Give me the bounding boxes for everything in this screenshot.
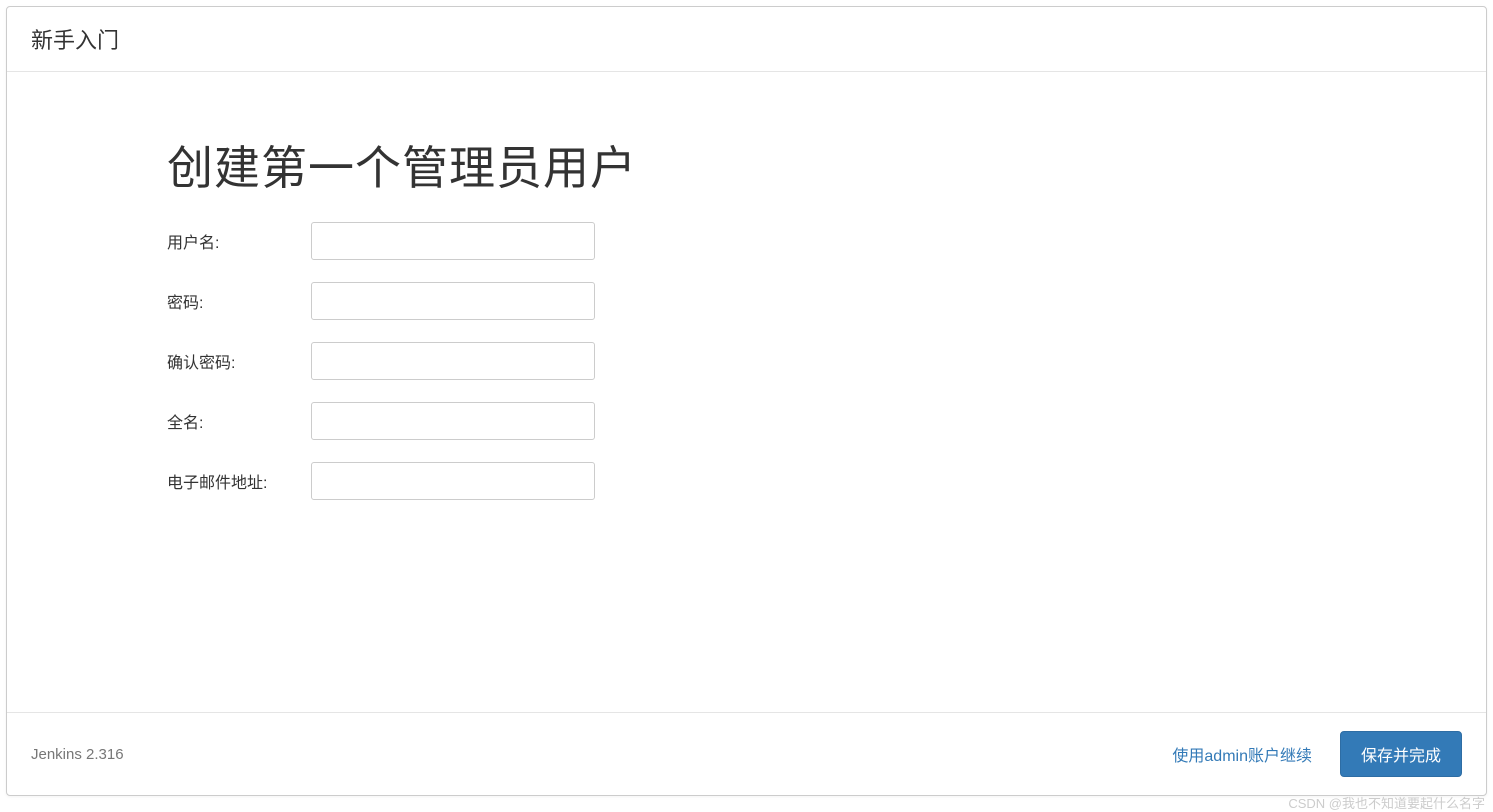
modal-body: 创建第一个管理员用户 用户名: 密码: 确认密码: 全名: 电子邮件地址: [7,72,1486,712]
email-label: 电子邮件地址: [167,469,311,493]
form-row-fullname: 全名: [167,402,1326,440]
confirm-password-label: 确认密码: [167,349,311,373]
username-label: 用户名: [167,229,311,253]
email-input[interactable] [311,462,595,500]
skip-admin-button[interactable]: 使用admin账户继续 [1168,736,1316,772]
form-row-email: 电子邮件地址: [167,462,1326,500]
modal-footer: Jenkins 2.316 使用admin账户继续 保存并完成 [7,712,1486,795]
save-and-finish-button[interactable]: 保存并完成 [1340,731,1462,777]
form-row-username: 用户名: [167,222,1326,260]
page-title: 创建第一个管理员用户 [167,132,1326,198]
form-row-password: 密码: [167,282,1326,320]
password-label: 密码: [167,289,311,313]
modal-header: 新手入门 [7,7,1486,72]
confirm-password-input[interactable] [311,342,595,380]
fullname-label: 全名: [167,409,311,433]
setup-wizard-modal: 新手入门 创建第一个管理员用户 用户名: 密码: 确认密码: 全名: 电子邮件地… [6,6,1487,796]
modal-title: 新手入门 [31,28,119,53]
version-text: Jenkins 2.316 [31,746,124,763]
form-row-confirm-password: 确认密码: [167,342,1326,380]
fullname-input[interactable] [311,402,595,440]
password-input[interactable] [311,282,595,320]
username-input[interactable] [311,222,595,260]
footer-actions: 使用admin账户继续 保存并完成 [1168,731,1462,777]
